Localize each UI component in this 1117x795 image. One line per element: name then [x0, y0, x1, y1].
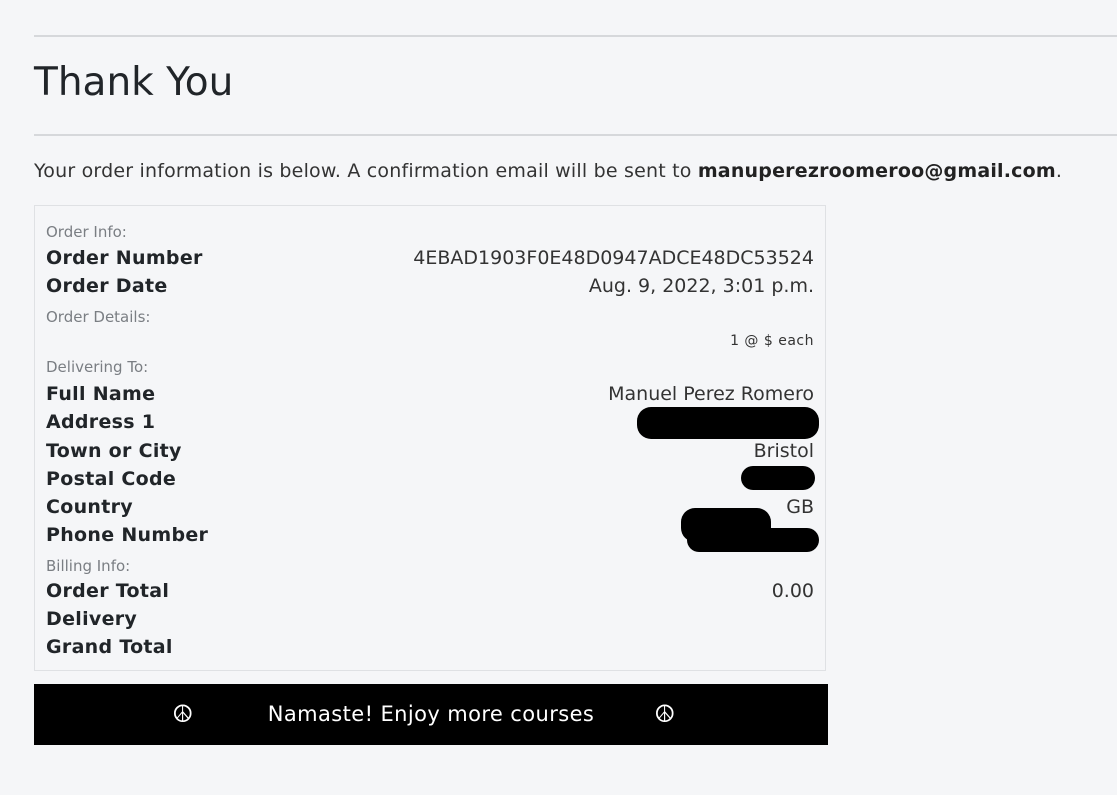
title-divider [34, 134, 1117, 136]
intro-text: Your order information is below. A confi… [34, 160, 1062, 182]
intro-end: . [1055, 160, 1063, 182]
postal-code-label: Postal Code [46, 468, 177, 490]
country-value: GB [786, 496, 814, 518]
order-total-label: Order Total [46, 580, 170, 602]
top-divider [34, 35, 1117, 37]
enjoy-more-courses-label: Namaste! Enjoy more courses [267, 702, 595, 726]
order-date-value: Aug. 9, 2022, 3:01 p.m. [588, 275, 814, 297]
order-number-label: Order Number [46, 247, 203, 269]
enjoy-more-courses-button[interactable]: ☮ Namaste! Enjoy more courses ☮ [34, 684, 828, 745]
delivery-label: Delivery [46, 608, 138, 630]
full-name-value: Manuel Perez Romero [608, 383, 814, 405]
order-info-heading: Order Info: [46, 223, 127, 241]
full-name-label: Full Name [46, 383, 156, 405]
billing-info-heading: Billing Info: [46, 557, 131, 575]
confirmation-email: manuperezroomeroo@gmail.com [697, 160, 1056, 182]
intro-message: Your order information is below. A confi… [34, 160, 698, 182]
page-title: Thank You [34, 60, 234, 105]
peace-icon: ☮ [654, 700, 676, 728]
grand-total-label: Grand Total [46, 636, 173, 658]
phone-redaction-bottom [687, 528, 819, 552]
delivering-to-heading: Delivering To: [46, 358, 149, 376]
town-label: Town or City [46, 440, 182, 462]
town-value: Bristol [753, 440, 814, 462]
order-total-value: 0.00 [771, 580, 814, 602]
order-confirmation-page: Thank You Your order information is belo… [0, 0, 1117, 795]
order-date-label: Order Date [46, 275, 168, 297]
order-line-item: 1 @ $ each [730, 333, 814, 349]
address-1-label: Address 1 [46, 411, 156, 433]
postal-code-redaction [741, 466, 815, 490]
address-1-redaction [637, 407, 819, 439]
phone-number-label: Phone Number [46, 524, 209, 546]
country-label: Country [46, 496, 133, 518]
order-details-heading: Order Details: [46, 308, 151, 326]
order-summary-card: Order Info: Order Number 4EBAD1903F0E48D… [34, 205, 826, 671]
order-number-value: 4EBAD1903F0E48D0947ADCE48DC53524 [413, 247, 814, 269]
